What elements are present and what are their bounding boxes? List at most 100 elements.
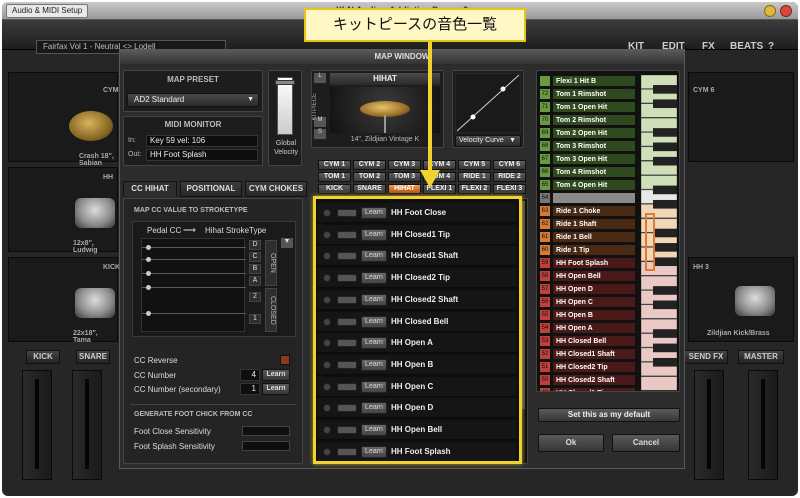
kitpiece-button-cym-2[interactable]: CYM 2 — [353, 160, 386, 170]
cc-handle[interactable] — [146, 311, 151, 316]
drum-image — [735, 286, 775, 316]
audio-midi-setup-button[interactable]: Audio & MIDI Setup — [6, 4, 89, 18]
midi-note-number: 54 — [539, 322, 551, 334]
piano-keyboard[interactable] — [641, 75, 677, 391]
foot-close-slider[interactable] — [242, 426, 290, 436]
bg-slot-kick[interactable]: KICK 22x18", Tama — [8, 257, 120, 344]
mixer-fader[interactable] — [694, 370, 724, 480]
key-map-row[interactable]: 65 Tom 4 Open Hit — [539, 179, 641, 192]
key-map-row[interactable]: 49HH Closed1 Tip — [539, 387, 641, 391]
key-map-row[interactable]: 60 Ride 1 Tip C3 — [539, 244, 641, 257]
cc-handle[interactable] — [146, 257, 151, 262]
tab-cc-hihat[interactable]: CC HIHAT — [123, 181, 177, 197]
key-map-row[interactable]: Flexi 1 Hit B — [539, 75, 641, 88]
kitpiece-button-snare[interactable]: SNARE — [353, 184, 386, 194]
chevron-down-icon: ▼ — [509, 137, 516, 144]
cc-number-value[interactable]: 4 — [240, 369, 260, 381]
key-map-row[interactable]: 62 Ride 1 Shaft — [539, 218, 641, 231]
mixer-fader[interactable] — [72, 370, 102, 480]
mixer-fader[interactable] — [22, 370, 52, 480]
cc-reverse-checkbox[interactable] — [280, 355, 290, 365]
midi-in-label: In: — [128, 137, 136, 144]
mixer-send-fx-button[interactable]: SEND FX — [684, 350, 728, 364]
key-map-row[interactable]: 68 Tom 3 Rimshot — [539, 140, 641, 153]
key-map-row[interactable]: 71 Tom 1 Open Hit — [539, 101, 641, 114]
key-map-row[interactable]: 64 — [539, 192, 641, 205]
stroketype-letter: C — [249, 252, 261, 262]
key-map-row[interactable]: 72 Tom 1 Rimshot C4 — [539, 88, 641, 101]
key-map-row[interactable]: 63 Ride 1 Choke — [539, 205, 641, 218]
key-map-label: Ride 1 Bell — [552, 231, 636, 243]
kitpiece-side-button[interactable]: L — [314, 73, 326, 83]
tab-help[interactable]: ? — [762, 38, 780, 56]
mixer-kick-button[interactable]: KICK — [26, 350, 60, 364]
mixer-master-button[interactable]: MASTER — [738, 350, 784, 364]
tab-positional[interactable]: POSITIONAL — [180, 181, 242, 197]
cc-number-secondary-value[interactable]: 1 — [240, 383, 260, 395]
map-preset-select[interactable]: AD2 Standard ▼ — [127, 93, 259, 107]
cc-handle[interactable] — [146, 245, 151, 250]
bg-slot-cym6[interactable]: CYM 6 — [688, 72, 794, 162]
velocity-curve-graph[interactable] — [455, 73, 521, 133]
kitpiece-button-cym-5[interactable]: CYM 5 — [458, 160, 491, 170]
kitpiece-button-ride-1[interactable]: RIDE 1 — [458, 172, 491, 182]
key-map-row[interactable]: 50 HH Closed2 Shaft — [539, 374, 641, 387]
bg-slot-cym[interactable]: CYM Crash 18", Sabian — [8, 72, 119, 167]
cc-range-area[interactable] — [141, 238, 246, 332]
cc-handle[interactable] — [146, 271, 151, 276]
kitpiece-button-ride-2[interactable]: RIDE 2 — [493, 172, 526, 182]
key-map-row[interactable]: 67 Tom 3 Open Hit — [539, 153, 641, 166]
key-map-row[interactable]: 61 Ride 1 Bell — [539, 231, 641, 244]
tab-fx[interactable]: FX — [696, 38, 721, 56]
kitpiece-image — [330, 87, 440, 133]
piano-black-key — [653, 185, 677, 195]
key-range-highlight — [645, 213, 655, 271]
mixer-snare-button[interactable]: SNARE — [76, 350, 110, 364]
cancel-button[interactable]: Cancel — [612, 434, 680, 452]
key-map-label: Tom 2 Open Hit — [552, 127, 636, 139]
key-map-row[interactable]: 66 Tom 4 Rimshot — [539, 166, 641, 179]
midi-note-number: 60 — [539, 244, 551, 256]
piano-black-key — [653, 257, 677, 267]
mixer-fader[interactable] — [748, 370, 778, 480]
velocity-curve-select[interactable]: Velocity Curve ▼ — [455, 135, 521, 147]
key-map-row[interactable]: 51 HH Closed2 Tip — [539, 361, 641, 374]
ok-button[interactable]: Ok — [538, 434, 604, 452]
kitpiece-button-flexi-3[interactable]: FLEXI 3 — [493, 184, 526, 194]
kitpiece-button-kick[interactable]: KICK — [318, 184, 351, 194]
midi-note-number: 55 — [539, 309, 551, 321]
foot-splash-slider[interactable] — [242, 441, 290, 451]
kitpiece-button-tom-1[interactable]: TOM 1 — [318, 172, 351, 182]
key-map-row[interactable]: 70 Tom 2 Rimshot — [539, 114, 641, 127]
key-map-row[interactable]: 59 HH Foot Splash — [539, 257, 641, 270]
key-map-row[interactable]: 69 Tom 2 Open Hit — [539, 127, 641, 140]
close-button[interactable] — [780, 5, 792, 17]
kitpiece-button-flexi-2[interactable]: FLEXI 2 — [458, 184, 491, 194]
kitpiece-button-hihat[interactable]: HIHAT — [388, 184, 421, 194]
key-map-row[interactable]: 54 HH Open A — [539, 322, 641, 335]
key-map-row[interactable]: 57 HH Open D — [539, 283, 641, 296]
minimize-button[interactable] — [764, 5, 776, 17]
key-map-row[interactable]: 52 HH Closed1 Shaft — [539, 348, 641, 361]
map-preset-value: AD2 Standard — [134, 95, 185, 104]
cc-number-learn-button[interactable]: Learn — [262, 369, 290, 381]
bg-slot-hh3[interactable]: HH 3 Zildjian Kick/Brass — [688, 257, 794, 342]
kitpiece-button-cym-1[interactable]: CYM 1 — [318, 160, 351, 170]
kitpiece-button-cym-3[interactable]: CYM 3 — [388, 160, 421, 170]
tab-cym-chokes[interactable]: CYM CHOKES — [245, 181, 307, 197]
kitpiece-button-tom-3[interactable]: TOM 3 — [388, 172, 421, 182]
kitpiece-button-cym-6[interactable]: CYM 6 — [493, 160, 526, 170]
bg-slot-hh[interactable]: HH 12x8", Ludwig — [8, 167, 118, 254]
cc-number-secondary-learn-button[interactable]: Learn — [262, 383, 290, 395]
key-map-row[interactable]: 55 HH Open B — [539, 309, 641, 322]
key-map-row[interactable]: 56 HH Open C — [539, 296, 641, 309]
kitpiece-side-button[interactable]: S — [314, 129, 326, 139]
key-map-row[interactable]: 58 HH Open Bell — [539, 270, 641, 283]
kitpiece-button-tom-2[interactable]: TOM 2 — [353, 172, 386, 182]
slider-handle[interactable] — [275, 80, 295, 85]
global-velocity-slider[interactable] — [275, 77, 295, 135]
chevron-down-icon[interactable]: ▼ — [281, 238, 293, 248]
set-default-button[interactable]: Set this as my default — [538, 408, 680, 422]
key-map-row[interactable]: 53 HH Closed Bell — [539, 335, 641, 348]
cc-handle[interactable] — [146, 285, 151, 290]
